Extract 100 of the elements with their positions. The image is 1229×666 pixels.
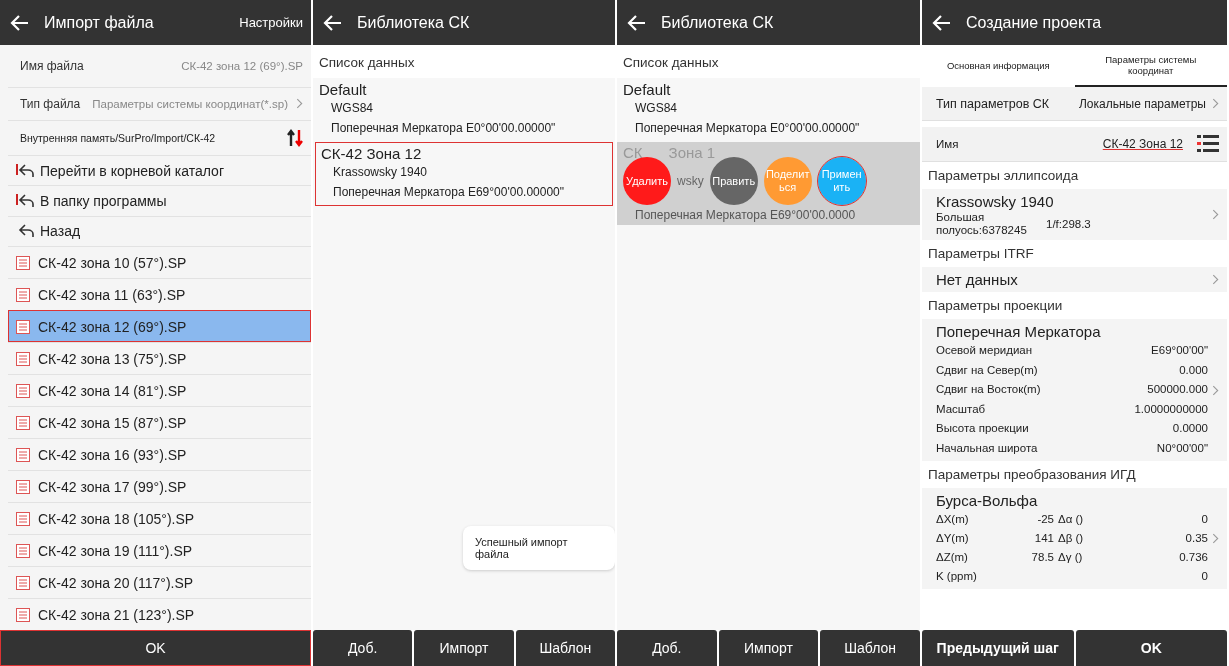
param-label: ΔY(m): [936, 531, 970, 546]
document-icon: [16, 447, 30, 462]
param-label: Осевой меридиан: [936, 343, 1033, 358]
bar-return-icon: [16, 192, 34, 209]
system-name: СК-42 Зона 12: [321, 145, 423, 162]
file-item[interactable]: СК-42 зона 15 (87°).SP: [8, 406, 311, 438]
settings-link[interactable]: Настройки: [239, 15, 303, 30]
file-item[interactable]: СК-42 зона 13 (75°).SP: [8, 342, 311, 374]
param-value: 1.0000000000: [1134, 401, 1208, 417]
document-icon: [16, 319, 30, 334]
section-header: Параметры проекции: [927, 297, 1064, 315]
coordinate-system-item[interactable]: СК-42 Зона 12 Krassowsky 1940 Поперечная Меркатора E69°00'00.00000": [315, 142, 613, 206]
file-item[interactable]: СК-42 зона 16 (93°).SP: [8, 438, 311, 470]
param-type-label: Тип параметров СК: [936, 96, 1051, 111]
name-label: Имя: [936, 138, 960, 150]
footer-button[interactable]: OK: [1075, 630, 1227, 666]
param-value: 0.736: [1179, 551, 1208, 563]
coordinate-system-item[interactable]: Default WGS84 Поперечная Меркатора E0°00'00.00000": [617, 78, 920, 142]
folder-nav-item[interactable]: В папку программы: [8, 185, 311, 216]
toolbar-button[interactable]: Шаблон: [515, 630, 615, 666]
itrf-value: Нет данных: [936, 270, 1019, 289]
return-icon: [16, 223, 34, 240]
param-value: E69°00'00": [1151, 343, 1208, 358]
file-item[interactable]: СК-42 зона 17 (99°).SP: [8, 470, 311, 502]
document-icon: [16, 511, 30, 526]
param-value: 500000.000: [1147, 382, 1208, 397]
system-detail: Krassowsky 1940: [332, 164, 429, 181]
param-value: -25: [1037, 513, 1054, 525]
tab[interactable]: Основная информация: [922, 45, 1075, 87]
ok-button[interactable]: OK: [0, 630, 311, 666]
toolbar-button[interactable]: Импорт: [718, 630, 819, 666]
toolbar-button[interactable]: Импорт: [414, 630, 514, 666]
file-item[interactable]: СК-42 зона 20 (117°).SP: [8, 566, 311, 598]
param-label: ΔX(m): [936, 512, 970, 527]
document-icon: [16, 255, 30, 270]
param-value: 0.35: [1185, 532, 1208, 544]
param-type-value[interactable]: Локальные параметры: [1078, 96, 1206, 111]
system-detail: WGS84: [330, 100, 374, 117]
document-icon: [16, 607, 30, 622]
projection-name: Поперечная Меркатора: [936, 322, 1102, 341]
field-value: СК-42 зона 12 (69°).SP: [180, 59, 303, 72]
document-icon: [16, 543, 30, 558]
file-item[interactable]: СК-42 зона 12 (69°).SP: [8, 310, 311, 342]
toolbar-button[interactable]: Шаблон: [820, 630, 920, 666]
param-value: 0.0000: [1172, 421, 1208, 436]
screen-title: Импорт файла: [44, 13, 155, 32]
document-icon: [16, 575, 30, 590]
param-label: Начальная широта: [936, 440, 1038, 456]
semi-major-axis: Большая полуось:6378245: [936, 211, 1026, 237]
toolbar-button[interactable]: Доб.: [313, 630, 413, 666]
param-label: K (ppm): [936, 569, 978, 584]
system-detail: Поперечная Меркатора E0°00'00.00000": [634, 120, 861, 137]
file-item[interactable]: СК-42 зона 10 (57°).SP: [8, 246, 311, 278]
screen-title: Создание проекта: [966, 13, 1103, 32]
file-item[interactable]: СК-42 зона 14 (81°).SP: [8, 374, 311, 406]
swipe-action-button[interactable]: Править: [709, 157, 758, 205]
section-header: Параметры ITRF: [927, 245, 1035, 263]
param-label: Сдвиг на Север(m): [936, 362, 1038, 378]
system-detail: Поперечная Меркатора E0°00'00.00000": [330, 120, 557, 137]
screen-title: Библиотека СК: [661, 13, 775, 32]
system-detail: Поперечная Меркатора E69°00'00.00000": [332, 184, 566, 201]
system-name: Default: [319, 81, 368, 98]
folder-nav-item[interactable]: Назад: [8, 215, 311, 246]
field-value: Параметры системы координат(*.sp): [91, 97, 288, 110]
section-header: Список данных: [313, 45, 615, 78]
sort-icon[interactable]: [287, 128, 303, 147]
section-header: Параметры преобразования ИГД: [927, 466, 1137, 484]
list-icon[interactable]: [1197, 134, 1219, 154]
field-label: Имя файла: [20, 58, 84, 73]
back-arrow-icon[interactable]: [10, 12, 30, 33]
document-icon: [16, 479, 30, 494]
back-arrow-icon[interactable]: [932, 12, 952, 33]
system-detail: WGS84: [634, 100, 678, 117]
system-detail-fragment: wsky: [677, 174, 704, 188]
param-value: 0: [1201, 570, 1208, 582]
name-value: СК-42 Зона 12: [1102, 137, 1183, 151]
chevron-right-icon: [296, 98, 303, 110]
footer-button[interactable]: Предыдущий шаг: [922, 630, 1074, 666]
field-row[interactable]: Тип файла Параметры системы координат(*.sp): [8, 87, 311, 121]
document-icon: [16, 383, 30, 398]
folder-nav-item[interactable]: Перейти в корневой каталог: [8, 154, 311, 186]
param-value: 141: [1034, 532, 1054, 544]
back-arrow-icon[interactable]: [627, 12, 647, 33]
coordinate-system-item[interactable]: Default WGS84 Поперечная Меркатора E0°00'00.00000": [313, 78, 615, 142]
document-icon: [16, 287, 30, 302]
file-item[interactable]: СК-42 зона 18 (105°).SP: [8, 502, 311, 534]
file-item[interactable]: СК-42 зона 19 (111°).SP: [8, 534, 311, 566]
system-name: Default: [623, 81, 672, 98]
back-arrow-icon[interactable]: [323, 12, 343, 33]
chevron-right-icon: [1212, 98, 1219, 109]
field-label: Тип файла: [20, 96, 81, 111]
param-label: Δα (): [1058, 513, 1084, 525]
ellipsoid-name: Krassowsky 1940: [936, 192, 1055, 211]
param-label: Δβ (): [1058, 532, 1084, 544]
transform-name: Бурса-Вольфа: [936, 491, 1039, 510]
swipe-action-button[interactable]: Удалить: [623, 157, 671, 205]
param-value: 78.5: [1031, 551, 1054, 563]
toolbar-button[interactable]: Доб.: [617, 630, 717, 666]
flattening: 1/f:298.3: [1046, 218, 1092, 230]
field-row[interactable]: Имя файла СК-42 зона 12 (69°).SP: [8, 45, 311, 88]
